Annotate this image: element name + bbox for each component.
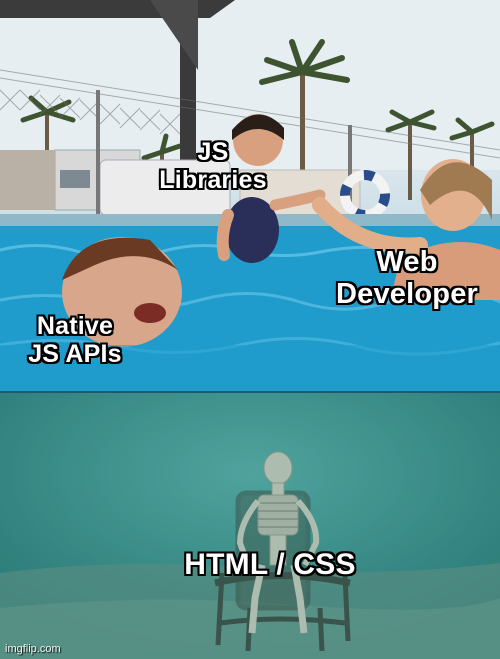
- html-css-text: HTML / CSS: [184, 548, 356, 581]
- js-libraries-caption: JS Libraries: [138, 138, 288, 194]
- watermark-text: imgflip.com: [5, 643, 61, 655]
- pool-scene: JS Libraries Web Developer Native JS API…: [0, 0, 500, 393]
- web-developer-caption: Web Developer: [312, 246, 500, 311]
- meme-image: JS Libraries Web Developer Native JS API…: [0, 0, 500, 659]
- underwater-scene: HTML / CSS imgflip.com: [0, 393, 500, 659]
- underwater-scene-illustration: [0, 393, 500, 659]
- js-libraries-text: JS Libraries: [159, 138, 267, 194]
- native-js-apis-caption: Native JS APIs: [10, 312, 140, 368]
- web-developer-text: Web Developer: [335, 246, 479, 311]
- html-css-caption: HTML / CSS: [160, 548, 380, 582]
- imgflip-watermark: imgflip.com: [5, 643, 61, 655]
- native-js-apis-text: Native JS APIs: [28, 312, 122, 368]
